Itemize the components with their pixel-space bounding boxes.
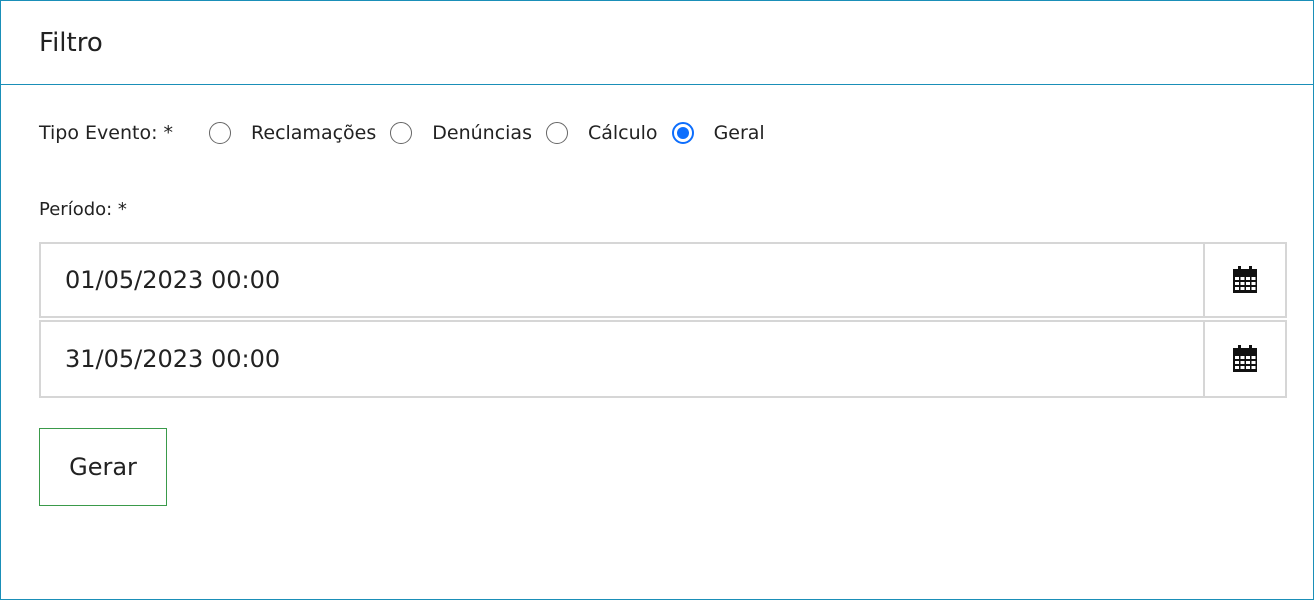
panel-header: Filtro [1, 1, 1313, 85]
radio-calculo-circle[interactable] [545, 122, 568, 144]
period-end-calendar-button[interactable] [1203, 322, 1285, 396]
radio-geral[interactable]: Geral [671, 122, 765, 144]
tipo-evento-label: Tipo Evento: * [39, 122, 174, 144]
period-end-input[interactable] [41, 322, 1203, 396]
radio-reclamacoes[interactable]: Reclamações [209, 122, 376, 144]
calendar-icon [1233, 345, 1257, 372]
gerar-button[interactable]: Gerar [39, 428, 167, 506]
radio-denuncias-label: Denúncias [432, 122, 532, 144]
radio-denuncias[interactable]: Denúncias [390, 122, 532, 144]
period-end-group [39, 320, 1287, 398]
radio-reclamacoes-label: Reclamações [251, 122, 377, 144]
calendar-icon [1233, 266, 1257, 293]
period-start-calendar-button[interactable] [1203, 244, 1285, 316]
radio-geral-circle[interactable] [671, 122, 694, 144]
filter-panel: Filtro Tipo Evento: * Reclamações Denúnc… [0, 0, 1314, 600]
panel-title: Filtro [39, 27, 103, 58]
period-start-group [39, 242, 1287, 318]
period-start-input[interactable] [41, 244, 1203, 316]
radio-geral-label: Geral [713, 122, 765, 144]
tipo-evento-group: Tipo Evento: * Reclamações Denúncias Cál… [39, 117, 779, 149]
radio-reclamacoes-circle[interactable] [209, 122, 232, 144]
radio-denuncias-circle[interactable] [390, 122, 413, 144]
periodo-label: Período: * [39, 199, 127, 220]
radio-calculo-label: Cálculo [587, 122, 658, 144]
radio-calculo[interactable]: Cálculo [545, 122, 658, 144]
